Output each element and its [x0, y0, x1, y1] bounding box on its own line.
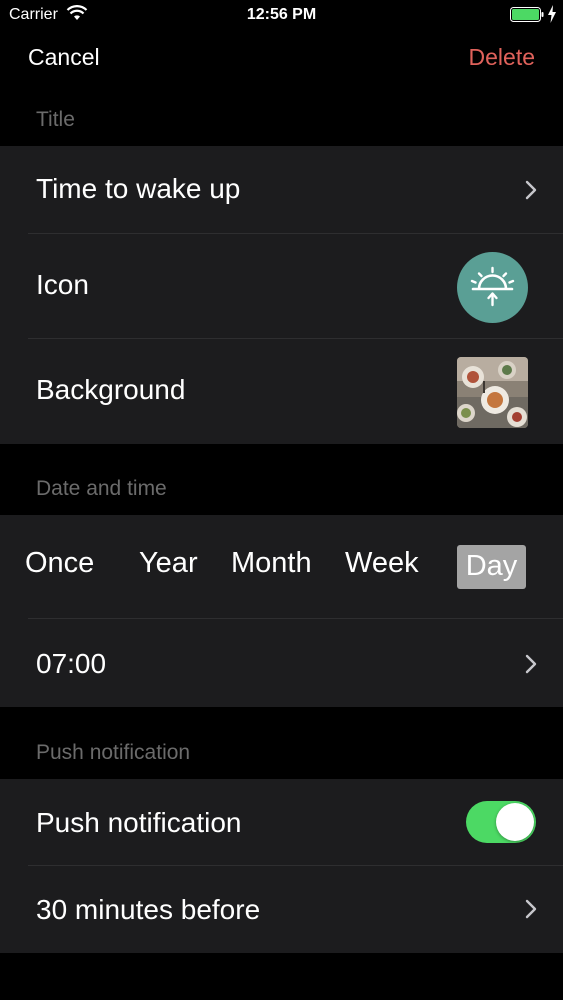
- repeat-option-week[interactable]: Week: [345, 547, 419, 580]
- repeat-option-day-label: Day: [465, 550, 518, 582]
- nav-bar: Cancel Delete: [0, 30, 563, 88]
- repeat-selector: Once Year Month Week Day: [0, 515, 563, 619]
- repeat-option-year[interactable]: Year: [139, 547, 198, 580]
- charging-bolt-icon: [548, 5, 556, 23]
- chevron-right-icon: [525, 654, 537, 674]
- background-row[interactable]: Background: [0, 339, 563, 444]
- status-bar: Carrier 12:56 PM: [0, 0, 563, 30]
- repeat-option-once[interactable]: Once: [25, 547, 94, 580]
- battery-icon: [510, 7, 544, 22]
- section-header-date: Date and time: [36, 477, 167, 500]
- title-group: Time to wake up Icon Background: [0, 146, 563, 444]
- push-row: Push notification: [0, 779, 563, 866]
- reminder-value: 30 minutes before: [36, 894, 261, 925]
- title-row[interactable]: Time to wake up: [0, 146, 563, 234]
- time-value: 07:00: [36, 648, 107, 679]
- push-group: Push notification 30 minutes before: [0, 779, 563, 953]
- date-group: Once Year Month Week Day 07:00: [0, 515, 563, 707]
- reminder-row[interactable]: 30 minutes before: [0, 866, 563, 953]
- section-header-push: Push notification: [36, 741, 191, 764]
- delete-button[interactable]: Delete: [469, 44, 535, 71]
- push-label: Push notification: [36, 807, 242, 838]
- icon-label: Icon: [36, 269, 89, 300]
- toggle-knob: [496, 803, 534, 841]
- background-label: Background: [36, 374, 186, 405]
- time-row[interactable]: 07:00: [0, 619, 563, 707]
- repeat-option-day[interactable]: Day: [457, 545, 526, 589]
- chevron-right-icon: [525, 180, 537, 200]
- cancel-button[interactable]: Cancel: [28, 44, 100, 71]
- icon-row[interactable]: Icon: [0, 234, 563, 339]
- sunrise-icon[interactable]: [457, 252, 528, 323]
- push-toggle[interactable]: [466, 801, 536, 843]
- background-thumbnail[interactable]: [457, 357, 528, 428]
- title-value: Time to wake up: [36, 173, 241, 204]
- section-header-title: Title: [36, 108, 75, 131]
- chevron-right-icon: [525, 899, 537, 919]
- status-time: 12:56 PM: [246, 6, 317, 23]
- repeat-option-month[interactable]: Month: [231, 547, 312, 580]
